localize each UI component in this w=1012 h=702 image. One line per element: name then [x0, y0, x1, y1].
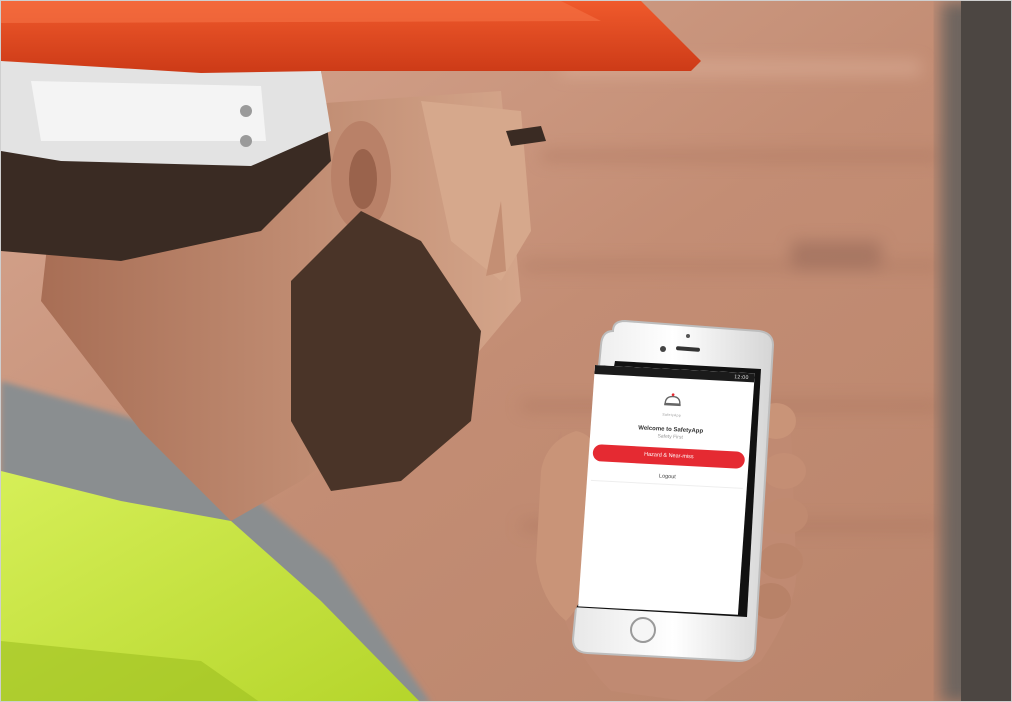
logout-button[interactable]: Logout	[590, 465, 744, 489]
background-photo	[1, 1, 1011, 701]
photo-scene: 12:00 SafetyApp Welcome to SafetyApp Saf…	[0, 0, 1012, 702]
app-screen: 12:00 SafetyApp Welcome to SafetyApp Saf…	[578, 365, 755, 615]
hazard-report-button[interactable]: Hazard & Near-miss	[592, 444, 746, 469]
status-time: 12:00	[733, 373, 749, 381]
hardhat-icon	[664, 393, 681, 407]
